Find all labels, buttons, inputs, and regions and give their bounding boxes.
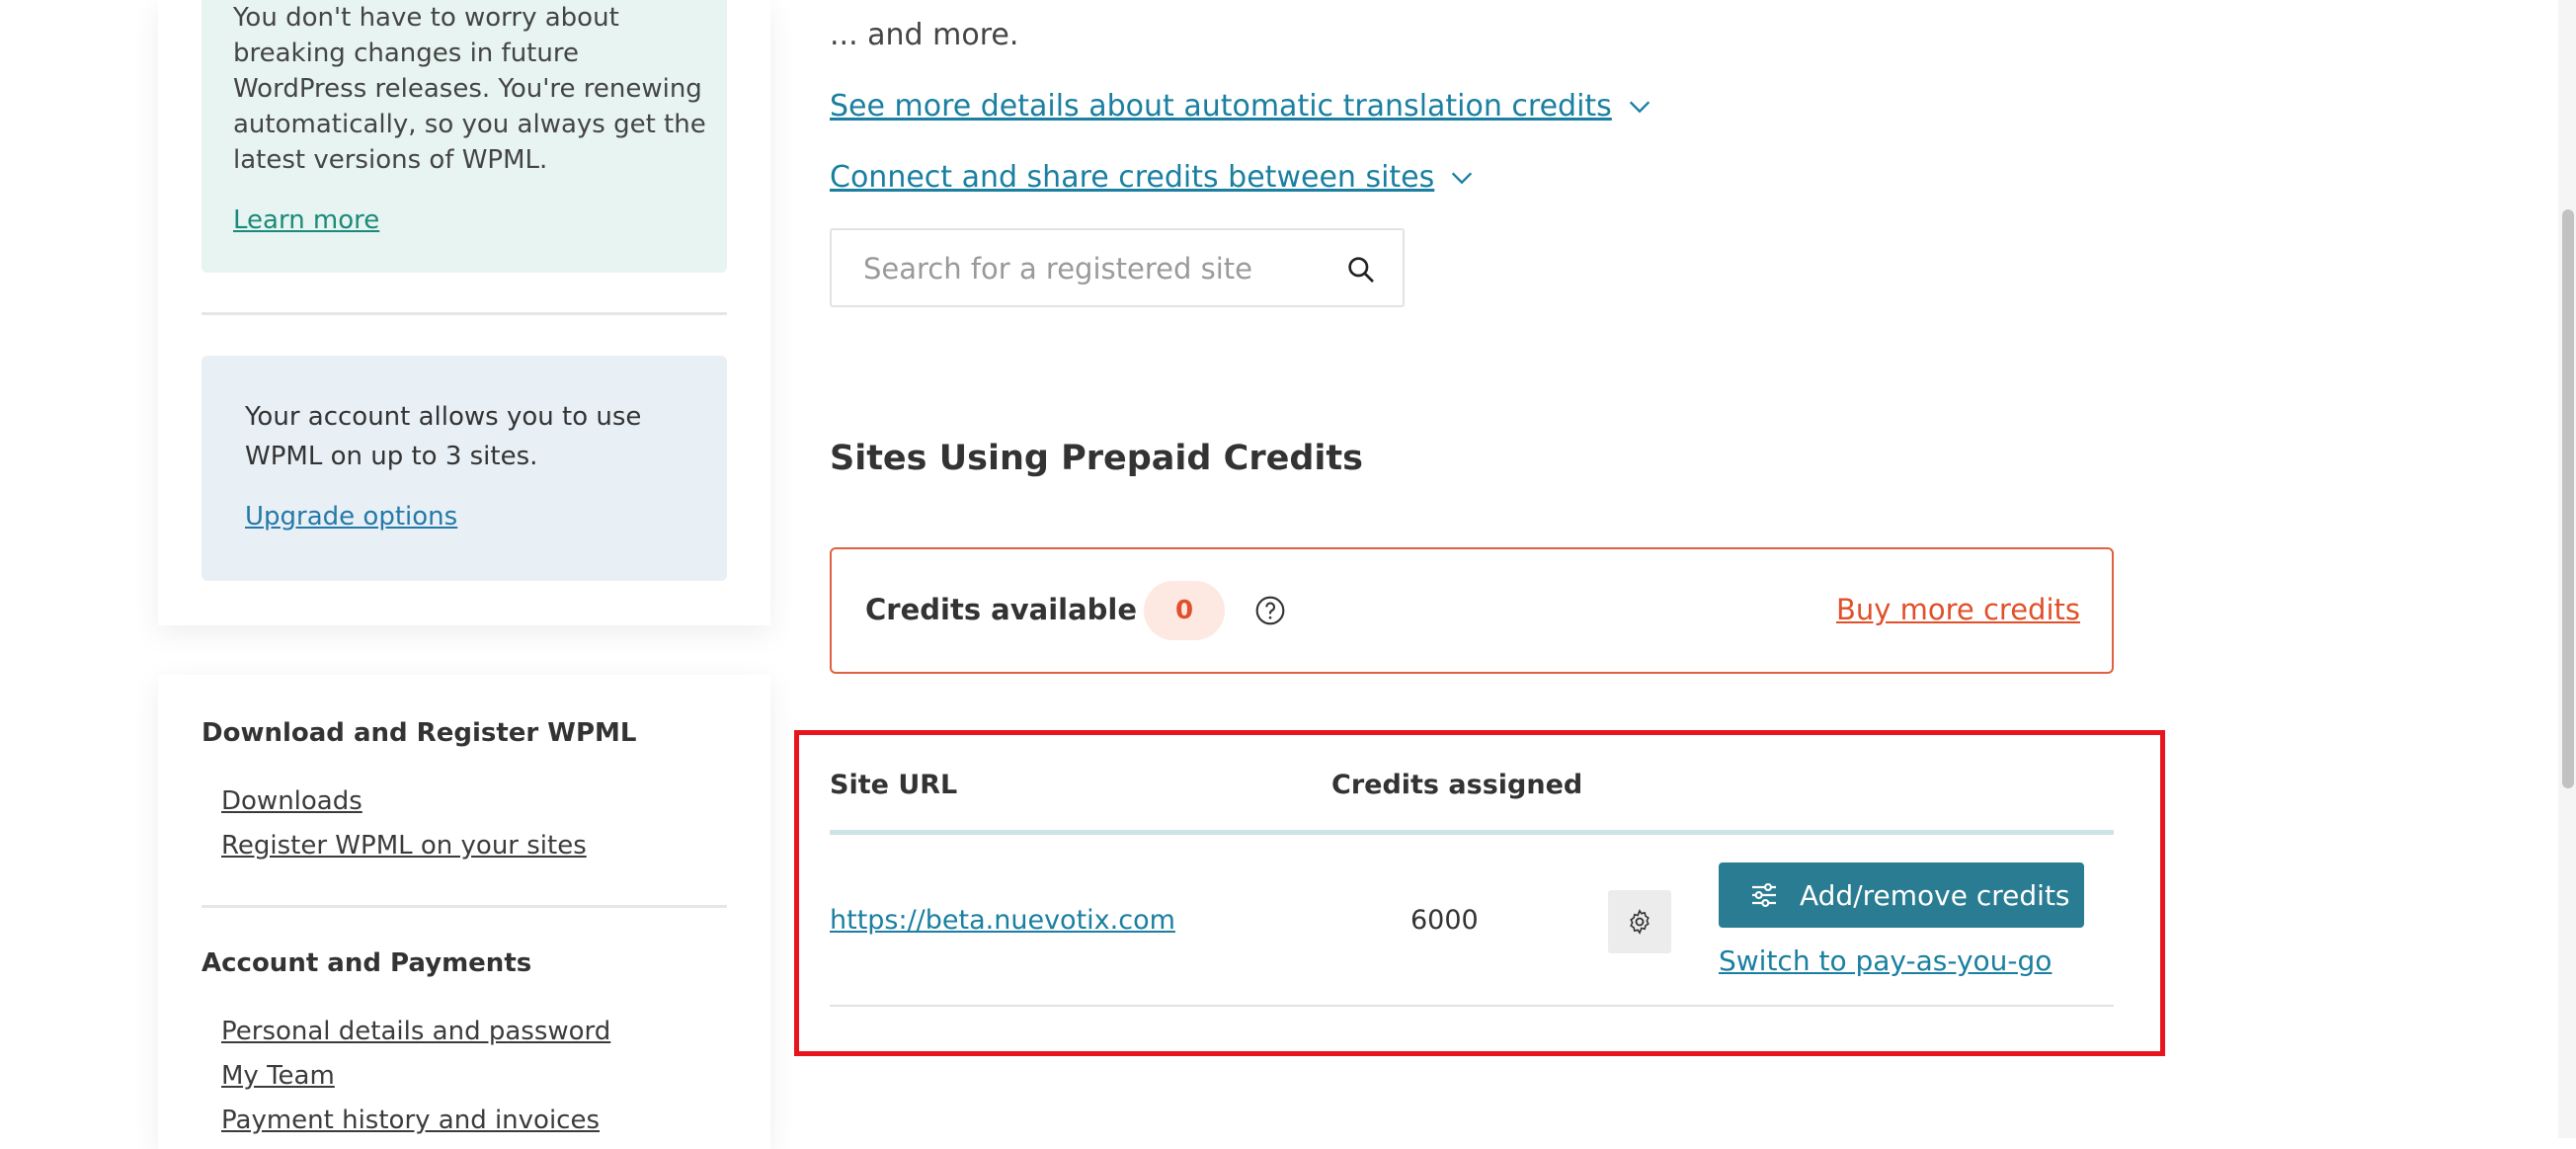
credits-available-label: Credits available	[865, 593, 1138, 626]
chevron-down-icon	[1452, 172, 1473, 184]
help-icon[interactable]	[1254, 595, 1286, 626]
nav-heading-download: Download and Register WPML	[201, 718, 637, 748]
upgrade-options-link[interactable]: Upgrade options	[245, 502, 457, 532]
search-icon[interactable]	[1345, 254, 1377, 286]
site-search-input[interactable]	[861, 248, 1320, 289]
credits-available-box: Credits available 0 Buy more credits	[830, 547, 2114, 674]
highlight-frame	[794, 730, 2165, 1056]
details-toggle-label: See more details about automatic transla…	[830, 89, 1612, 123]
sidebar-divider	[201, 312, 727, 315]
nav-link-register-sites[interactable]: Register WPML on your sites	[221, 831, 587, 861]
nav-link-downloads[interactable]: Downloads	[221, 786, 362, 816]
connect-toggle-label: Connect and share credits between sites	[830, 160, 1435, 195]
credits-count-badge: 0	[1144, 581, 1225, 640]
nav-link-payment-history[interactable]: Payment history and invoices	[221, 1106, 600, 1135]
scrollbar-thumb[interactable]	[2562, 209, 2574, 788]
learn-more-link[interactable]: Learn more	[233, 205, 379, 235]
site-search	[830, 228, 1405, 307]
nav-link-personal-details[interactable]: Personal details and password	[221, 1017, 610, 1046]
account-notice-text: Your account allows you to use WPML on u…	[245, 402, 642, 471]
buy-more-credits-link[interactable]: Buy more credits	[1836, 593, 2080, 626]
chevron-down-icon	[1629, 101, 1650, 113]
account-notice: Your account allows you to use WPML on u…	[201, 356, 727, 581]
renewal-notice-text: You don't have to worry about breaking c…	[233, 3, 706, 175]
section-title: Sites Using Prepaid Credits	[830, 439, 1363, 478]
connect-toggle[interactable]: Connect and share credits between sites	[830, 160, 1476, 195]
nav-link-my-team[interactable]: My Team	[221, 1061, 335, 1091]
nav-heading-account: Account and Payments	[201, 948, 532, 978]
renewal-notice: You don't have to worry about breaking c…	[201, 0, 727, 273]
details-toggle[interactable]: See more details about automatic transla…	[830, 89, 1653, 123]
sidebar-divider	[201, 905, 727, 908]
and-more-text: ... and more.	[830, 18, 1019, 52]
